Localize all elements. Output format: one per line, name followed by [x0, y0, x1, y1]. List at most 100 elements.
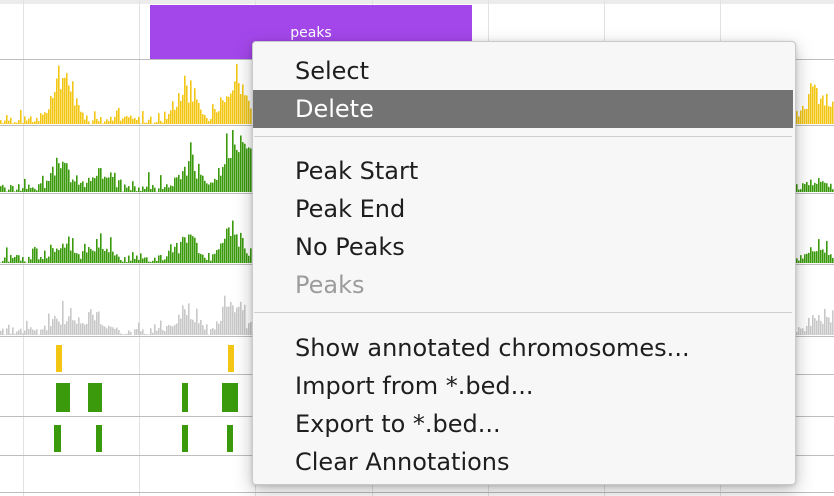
coverage-bar [826, 93, 828, 124]
coverage-bar [814, 317, 816, 335]
coverage-bar [54, 251, 56, 263]
coverage-bar [204, 180, 206, 192]
coverage-bar [212, 328, 214, 335]
coverage-bar [200, 109, 202, 124]
coverage-bar [814, 182, 816, 192]
coverage-bar [60, 248, 62, 263]
coverage-bar [94, 320, 96, 335]
coverage-bar [150, 261, 152, 263]
coverage-bar [10, 255, 12, 263]
coverage-bar [206, 183, 208, 192]
coverage-bar [70, 308, 72, 335]
coverage-bar [120, 179, 122, 192]
coverage-bar [8, 189, 10, 192]
coverage-bar [204, 257, 206, 263]
coverage-bar [226, 228, 228, 263]
coverage-bar [36, 190, 38, 192]
coverage-bar [226, 306, 228, 335]
menu-item-delete[interactable]: Delete [253, 90, 793, 128]
coverage-bar [112, 120, 114, 124]
coverage-bar [32, 329, 34, 335]
coverage-bar [116, 254, 118, 263]
coverage-bar [190, 80, 192, 124]
coverage-bar [146, 334, 148, 335]
coverage-bar [170, 185, 172, 192]
coverage-bar [134, 117, 136, 124]
coverage-bar [214, 329, 216, 335]
coverage-bar [238, 83, 240, 124]
coverage-bar [2, 123, 4, 124]
coverage-bar [124, 257, 126, 263]
coverage-bar [222, 306, 224, 335]
coverage-bar [50, 173, 52, 192]
coverage-bar [154, 257, 156, 263]
coverage-bar [206, 259, 208, 263]
menu-item-export-bed[interactable]: Export to *.bed... [253, 405, 795, 443]
coverage-bar [208, 253, 210, 263]
coverage-bar [224, 102, 226, 124]
coverage-bar [144, 122, 146, 124]
coverage-bar [52, 319, 54, 335]
coverage-bar [76, 253, 78, 263]
peak-call-marker[interactable] [54, 425, 61, 452]
peak-call-marker[interactable] [222, 383, 238, 412]
coverage-bar [216, 180, 218, 192]
menu-item-peak-start[interactable]: Peak Start [253, 152, 795, 190]
menu-item-show-annotated-chromosomes[interactable]: Show annotated chromosomes... [253, 329, 795, 367]
coverage-bar [92, 314, 94, 335]
coverage-bar [72, 81, 74, 124]
menu-item-no-peaks[interactable]: No Peaks [253, 228, 795, 266]
coverage-bar [12, 258, 14, 263]
ruler-strip [0, 0, 834, 4]
coverage-bar [16, 122, 18, 124]
coverage-bar [154, 187, 156, 192]
coverage-bar [182, 171, 184, 192]
coverage-bar [204, 329, 206, 335]
peak-call-marker[interactable] [182, 383, 188, 412]
coverage-bar [192, 101, 194, 124]
coverage-bar [150, 188, 152, 192]
annotation-label: peaks [290, 25, 332, 41]
peak-call-marker[interactable] [228, 345, 234, 372]
coverage-bar [828, 317, 830, 335]
coverage-bar [138, 116, 140, 124]
coverage-bar [194, 88, 196, 124]
menu-item-select[interactable]: Select [253, 52, 795, 90]
coverage-bar [6, 115, 8, 124]
coverage-bar [190, 142, 192, 192]
coverage-bar [160, 254, 162, 263]
menu-item-clear-annotations[interactable]: Clear Annotations [253, 443, 795, 481]
peak-call-marker[interactable] [227, 425, 233, 452]
peak-call-marker[interactable] [96, 425, 102, 452]
coverage-bar [12, 186, 14, 192]
menu-item-import-bed[interactable]: Import from *.bed... [253, 367, 795, 405]
coverage-bar [38, 259, 40, 263]
coverage-bar [218, 249, 220, 263]
coverage-bar [14, 122, 16, 124]
coverage-bar [210, 329, 212, 335]
coverage-bar [140, 191, 142, 192]
coverage-bar [42, 175, 44, 192]
coverage-bar [172, 186, 174, 192]
peak-call-marker[interactable] [182, 425, 188, 452]
coverage-bar [84, 187, 86, 192]
peak-call-marker[interactable] [88, 383, 102, 412]
coverage-bar [162, 189, 164, 192]
coverage-bar [800, 189, 802, 192]
coverage-bar [56, 157, 58, 192]
coverage-bar [798, 116, 800, 124]
menu-item-peak-end[interactable]: Peak End [253, 190, 795, 228]
coverage-bar [16, 255, 18, 263]
peak-call-marker[interactable] [56, 383, 70, 412]
coverage-bar [192, 319, 194, 335]
coverage-bar [242, 142, 244, 192]
coverage-bar [140, 253, 142, 263]
coverage-bar [812, 315, 814, 335]
coverage-bar [22, 333, 24, 335]
coverage-bar [128, 186, 130, 192]
coverage-bar [232, 130, 234, 192]
coverage-bar [232, 305, 234, 335]
peak-call-marker[interactable] [56, 345, 62, 372]
coverage-bar [806, 326, 808, 335]
coverage-bar [0, 186, 2, 192]
